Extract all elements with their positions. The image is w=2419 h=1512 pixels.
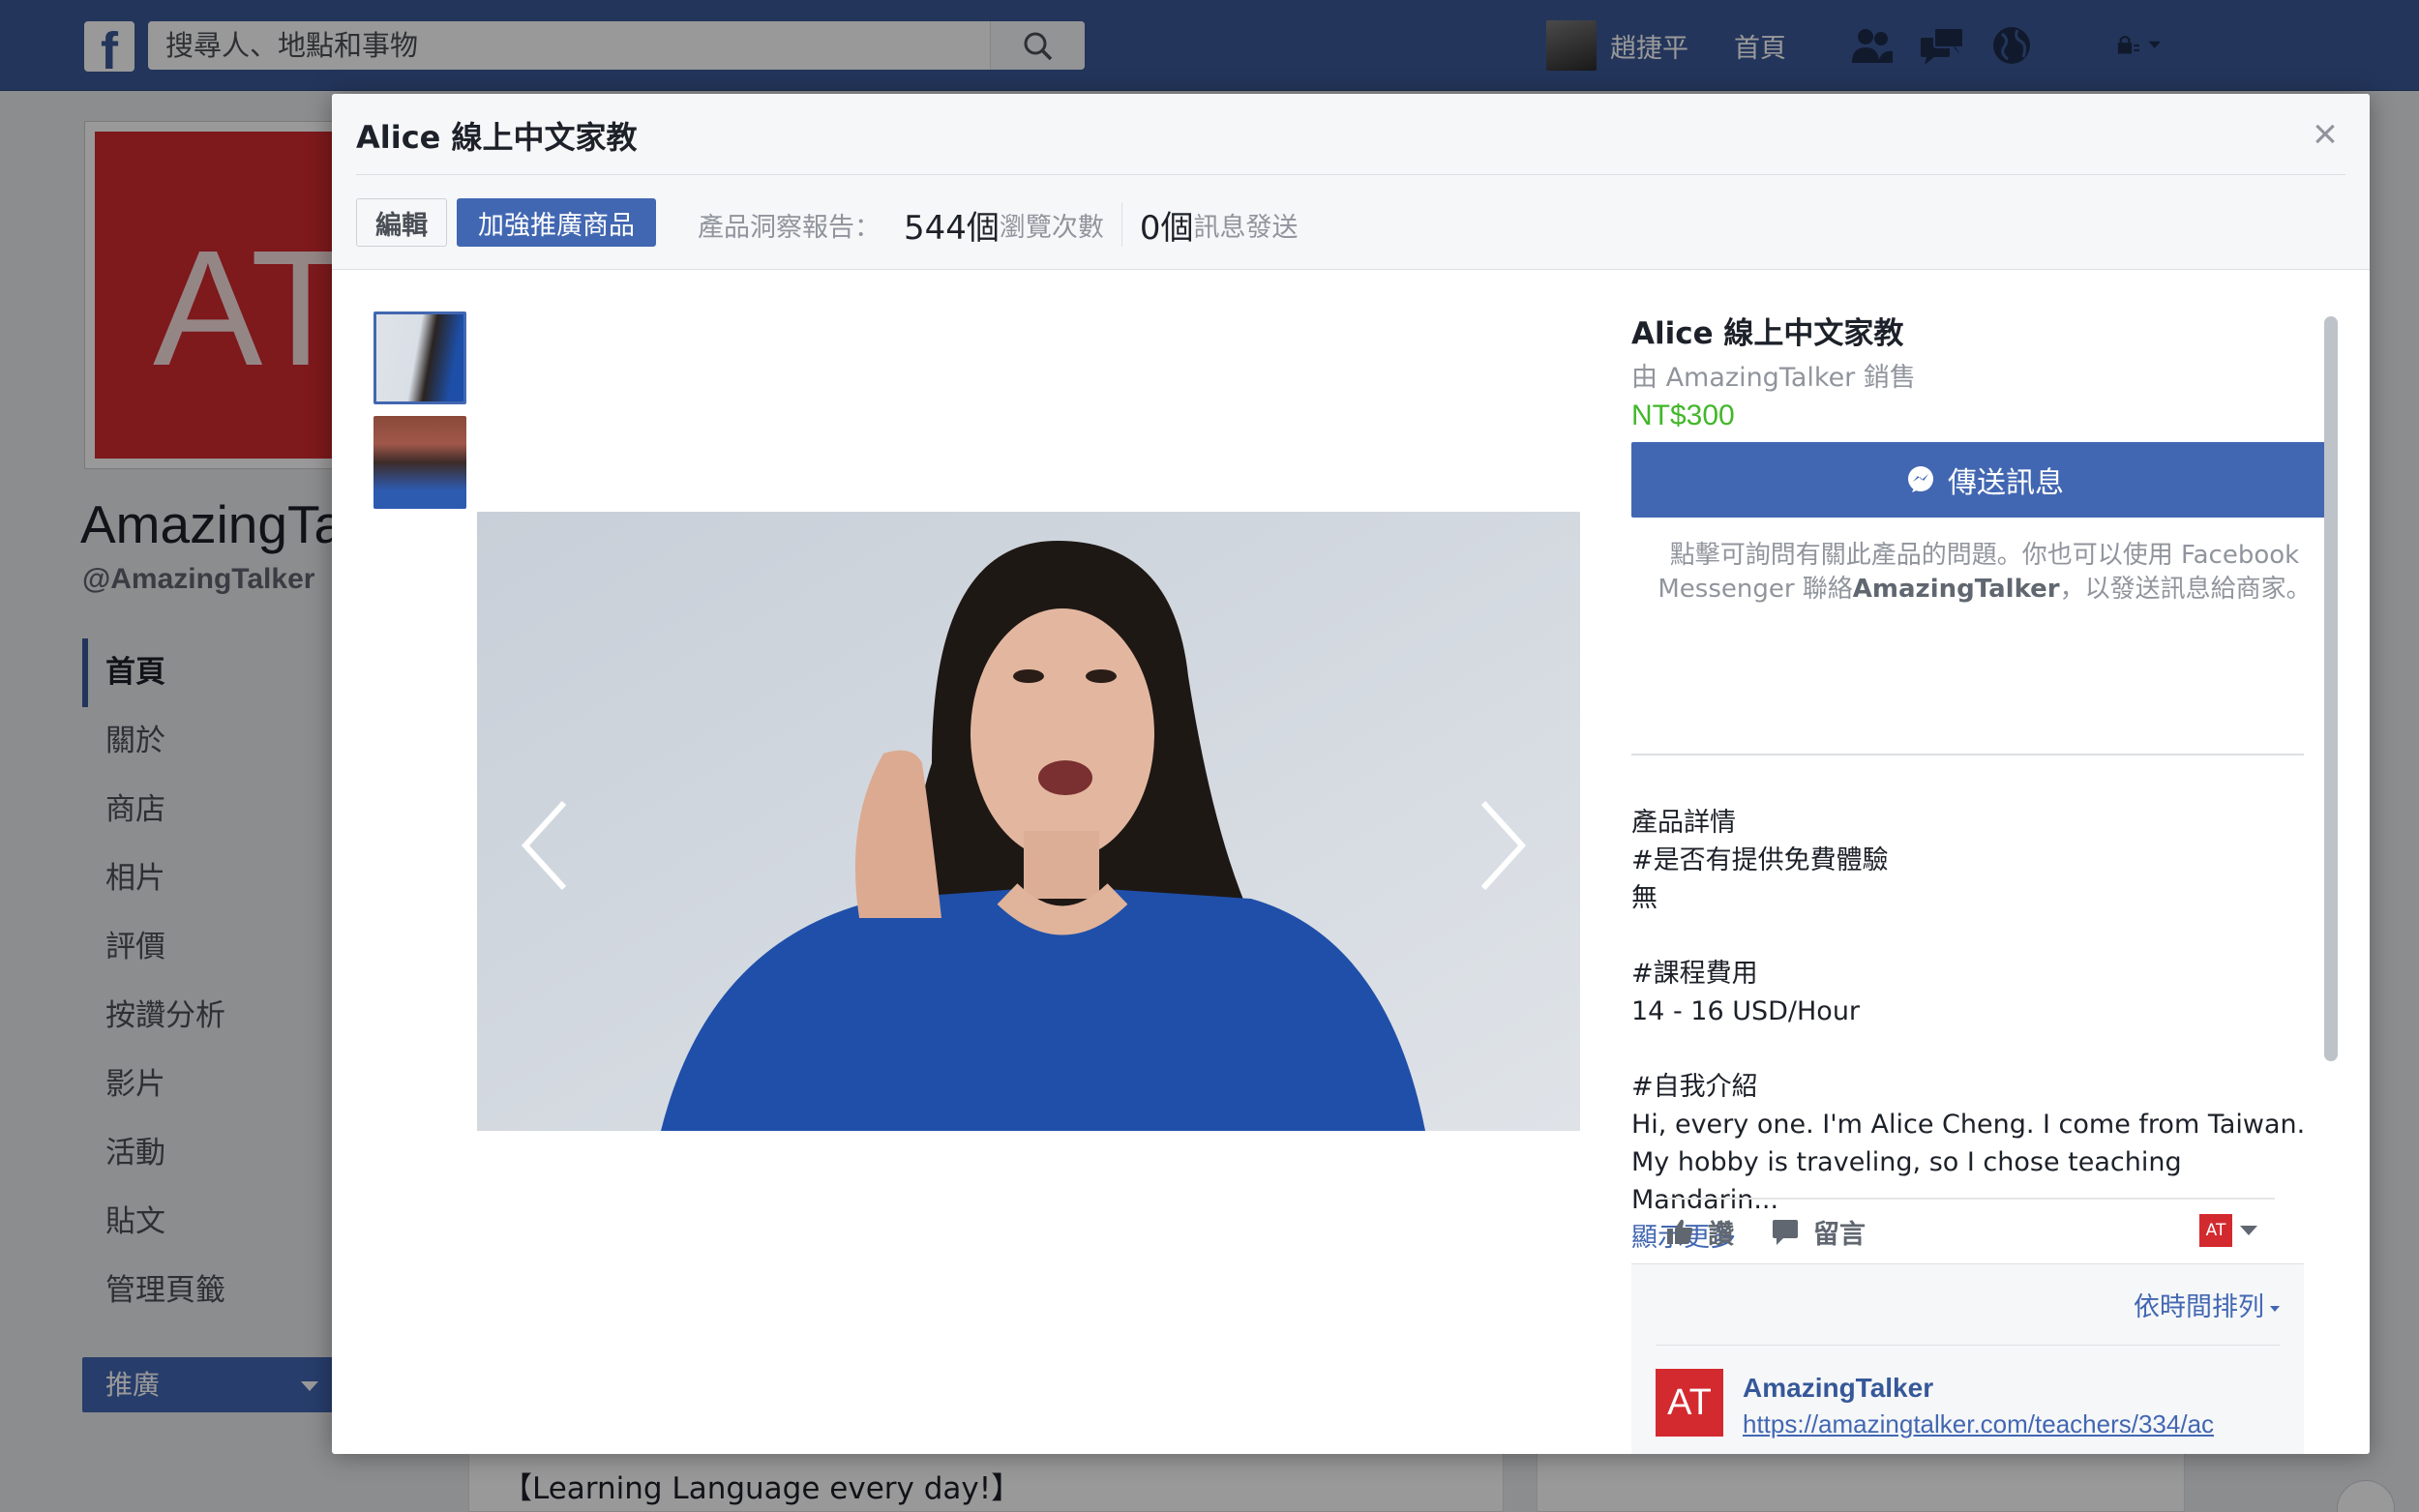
- product-photo: [477, 512, 1580, 1131]
- details-heading: 產品詳情: [1631, 808, 1736, 838]
- product-insights: 產品洞察報告： 544個 瀏覽次數 0個 訊息發送: [698, 200, 1299, 249]
- product-title: Alice 線上中文家教: [1631, 316, 1904, 351]
- sort-label: 依時間排列: [2134, 1292, 2264, 1322]
- next-photo-icon[interactable]: [1474, 797, 1532, 894]
- product-price: NT$300: [1631, 400, 1735, 431]
- messenger-icon: [1908, 466, 1933, 492]
- messages-label: 訊息發送: [1193, 212, 1299, 243]
- dialog-title: Alice 線上中文家教: [356, 119, 638, 156]
- fee-question: #課程費用: [1631, 959, 1758, 989]
- fee-answer: 14 - 16 USD/Hour: [1631, 996, 1861, 1026]
- avatar: AT: [2199, 1214, 2232, 1247]
- send-message-button[interactable]: 傳送訊息: [1631, 442, 2338, 518]
- reaction-bar: 讚 留言 AT: [1665, 1198, 2275, 1263]
- thumbs-up-icon: [1667, 1219, 1693, 1244]
- insights-label: 產品洞察報告：: [698, 212, 881, 243]
- comment-button[interactable]: 留言: [1771, 1213, 1866, 1251]
- views-label: 瀏覽次數: [999, 212, 1104, 243]
- previous-photo-icon[interactable]: [516, 797, 574, 894]
- comment-link[interactable]: https://amazingtalker.com/teachers/334/a…: [1743, 1409, 2214, 1439]
- product-details: 產品詳情 #是否有提供免費體驗 無 #課程費用 14 - 16 USD/Hour…: [1631, 804, 2309, 1257]
- messages-count: 0個: [1139, 208, 1194, 248]
- note-suffix: ，以發送訊息給商家。: [2059, 575, 2312, 604]
- comments-section: 依時間排列 AT AmazingTalker https://amazingta…: [1631, 1263, 2304, 1454]
- close-button[interactable]: ×: [2306, 113, 2344, 156]
- boost-product-button[interactable]: 加強推廣商品: [457, 198, 656, 247]
- note-brand: AmazingTalker: [1852, 575, 2060, 604]
- chevron-down-icon: [2270, 1305, 2280, 1312]
- intro-question: #自我介紹: [1631, 1072, 1758, 1102]
- sort-comments-dropdown[interactable]: 依時間排列: [2134, 1286, 2280, 1323]
- thumbnail-1[interactable]: [373, 311, 466, 404]
- like-label: 讚: [1708, 1219, 1734, 1250]
- send-message-label: 傳送訊息: [1948, 466, 2064, 500]
- post-as-selector[interactable]: AT: [2199, 1214, 2257, 1247]
- scrollbar[interactable]: [2324, 316, 2338, 1061]
- product-info: Alice 線上中文家教 由 AmazingTalker 銷售 NT$300 傳…: [1631, 309, 2338, 1253]
- divider: [356, 174, 2345, 175]
- chevron-down-icon: [2240, 1226, 2257, 1235]
- product-photo-image: [477, 512, 1580, 1131]
- divider: [1120, 202, 1122, 247]
- product-dialog: Alice 線上中文家教 × 編輯 加強推廣商品 產品洞察報告： 544個 瀏覽…: [332, 94, 2370, 1454]
- free-trial-question: #是否有提供免費體驗: [1631, 845, 1889, 875]
- edit-button[interactable]: 編輯: [356, 198, 447, 247]
- comment-author[interactable]: AmazingTalker: [1743, 1373, 1933, 1404]
- divider: [1631, 754, 2304, 756]
- thumbnail-2[interactable]: [373, 416, 466, 509]
- dialog-header: Alice 線上中文家教 × 編輯 加強推廣商品 產品洞察報告： 544個 瀏覽…: [332, 94, 2370, 270]
- product-seller: 由 AmazingTalker 銷售: [1631, 363, 1916, 393]
- free-trial-answer: 無: [1631, 883, 1657, 913]
- views-count: 544個: [904, 208, 1000, 248]
- divider: [1656, 1345, 2280, 1346]
- like-button[interactable]: 讚: [1665, 1213, 1734, 1251]
- message-note: 點擊可詢問有關此產品的問題。你也可以使用 Facebook Messenger …: [1631, 539, 2338, 607]
- avatar[interactable]: AT: [1656, 1369, 1723, 1437]
- comment-label: 留言: [1813, 1219, 1866, 1250]
- comment-icon: [1773, 1220, 1798, 1245]
